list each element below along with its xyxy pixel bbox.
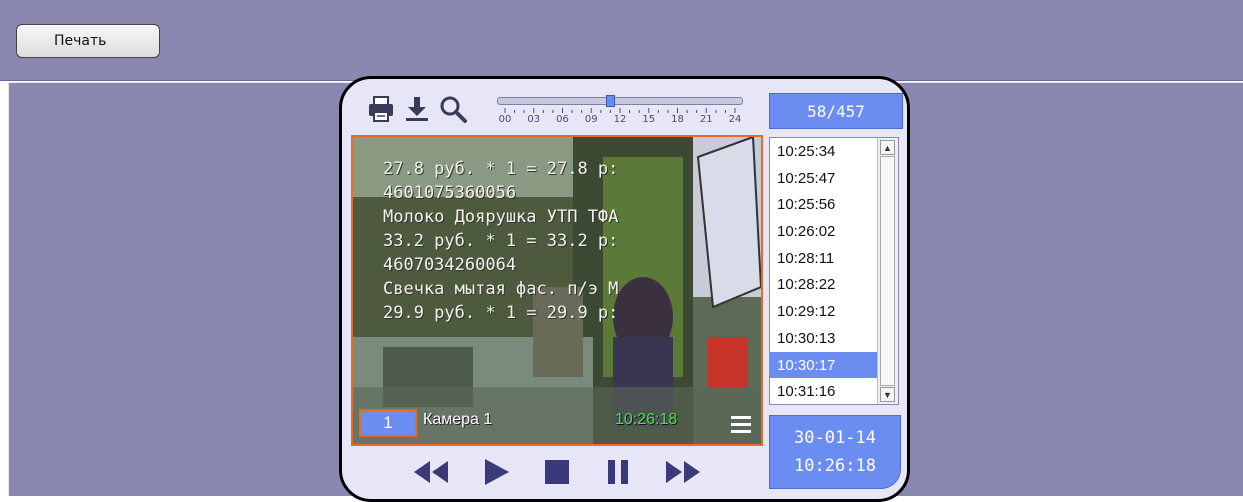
timestamp-item[interactable]: 10:31:16 [770, 378, 878, 404]
overlay-line: 4607034260064 [383, 255, 517, 275]
play-icon[interactable] [481, 457, 511, 487]
timestamp-item[interactable]: 10:25:47 [770, 165, 878, 192]
timestamp-item[interactable]: 10:28:22 [770, 271, 878, 298]
print-button[interactable]: Печать [16, 24, 160, 58]
date-time-display: 30-01-14 10:26:18 [769, 415, 901, 489]
timestamp-list[interactable]: 10:25:34 10:25:47 10:25:56 10:26:02 10:28:11… [769, 137, 899, 405]
timestamp-item[interactable]: 10:25:34 [770, 138, 878, 165]
fast-forward-icon[interactable] [664, 457, 702, 487]
timeline-label: 15 [642, 114, 656, 125]
timeline-label: 06 [556, 114, 569, 125]
timeline-track[interactable] [497, 97, 743, 105]
camera-number-badge[interactable]: 1 [359, 409, 417, 437]
timeline-label: 18 [671, 114, 684, 125]
top-toolbar: Печать [0, 0, 1243, 81]
timeline-label: 12 [613, 114, 627, 125]
timestamp-item[interactable]: 10:26:02 [770, 218, 878, 245]
timeline-labels: 00 03 06 09 12 15 18 21 24 [495, 114, 745, 128]
overlay-line: 4601075360056 [383, 183, 517, 203]
timeline-label: 00 [498, 114, 512, 125]
timestamp-item[interactable]: 10:30:17 [770, 351, 878, 379]
search-icon[interactable] [438, 94, 468, 124]
print-icon[interactable] [366, 94, 396, 124]
menu-icon[interactable] [729, 413, 753, 435]
scroll-down-arrow-icon[interactable]: ▼ [880, 387, 895, 402]
rewind-icon[interactable] [412, 457, 450, 487]
overlay-line: 27.8 руб. * 1 = 27.8 р: [383, 159, 619, 179]
timeline-label: 21 [699, 114, 713, 125]
time-label: 10:26:18 [794, 456, 876, 476]
frame-counter: 58/457 [769, 93, 903, 129]
overlay-line: 29.9 руб. * 1 = 29.9 р: [383, 303, 619, 323]
camera-time-label: 10:26:18 [615, 411, 678, 428]
overlay-line: Свечка мытая фас. п/э М [383, 279, 619, 299]
timeline-label: 03 [527, 114, 541, 125]
receipt-overlay-text: 27.8 руб. * 1 = 27.8 р: 4601075360056 Моло… [383, 157, 618, 325]
timeline-slider[interactable]: 00 03 06 09 12 15 18 21 24 [495, 95, 745, 131]
overlay-line: Молоко Доярушка УТП ТФА [383, 207, 619, 227]
timestamp-item[interactable]: 10:30:13 [770, 325, 878, 352]
stop-icon[interactable] [542, 457, 572, 487]
overlay-line: 33.2 руб. * 1 = 33.2 р: [383, 231, 619, 251]
timestamp-items: 10:25:34 10:25:47 10:25:56 10:26:02 10:28:11… [770, 138, 878, 404]
video-player-panel: 00 03 06 09 12 15 18 21 24 58/457 27.8 руб. * 1 … [339, 76, 910, 502]
timeline-thumb[interactable] [605, 95, 615, 107]
timestamp-item[interactable]: 10:25:56 [770, 191, 878, 218]
timestamp-item[interactable]: 10:29:12 [770, 298, 878, 325]
pause-icon[interactable] [603, 457, 633, 487]
camera-name-label: Камера 1 [423, 411, 493, 428]
video-frame[interactable]: 27.8 руб. * 1 = 27.8 р: 4601075360056 Моло… [351, 135, 763, 446]
scroll-up-arrow-icon[interactable]: ▲ [880, 140, 895, 155]
timestamp-item[interactable]: 10:28:11 [770, 245, 878, 272]
player-toolbar [366, 93, 468, 125]
timeline-label: 09 [584, 114, 598, 125]
timeline-label: 24 [728, 114, 742, 125]
date-label: 30-01-14 [794, 428, 876, 448]
scrollbar[interactable]: ▲ ▼ [877, 138, 898, 404]
download-icon[interactable] [402, 94, 432, 124]
scrollbar-thumb[interactable] [880, 156, 895, 386]
playback-controls [412, 451, 702, 493]
